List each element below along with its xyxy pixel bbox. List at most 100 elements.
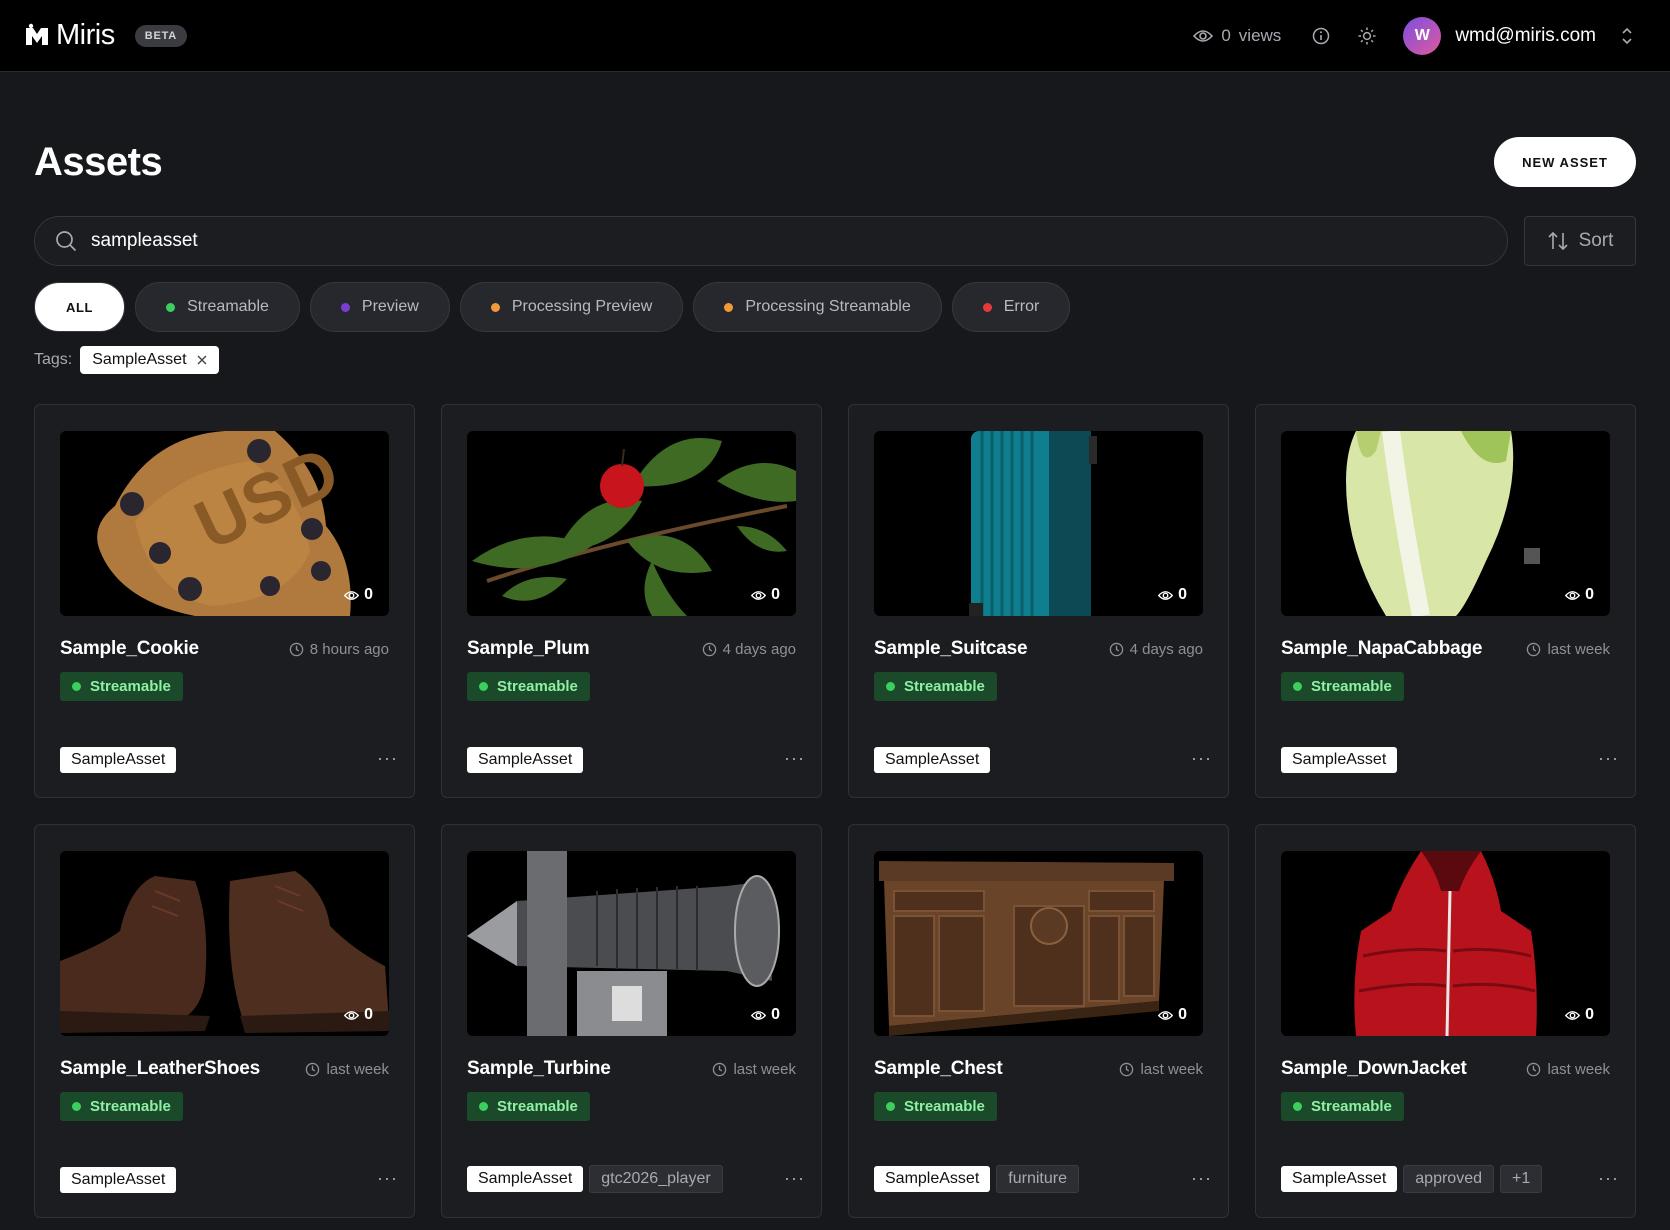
more-options-button[interactable]: ···	[784, 1168, 805, 1189]
sun-icon	[1358, 27, 1376, 44]
more-options-button[interactable]: ···	[1598, 748, 1619, 769]
asset-thumbnail[interactable]: 0	[1281, 851, 1610, 1036]
more-options-button[interactable]: ···	[784, 748, 805, 769]
asset-tag[interactable]: SampleAsset	[1281, 747, 1398, 773]
asset-name[interactable]: Sample_NapaCabbage	[1281, 638, 1482, 660]
status-label: Streamable	[1311, 1098, 1392, 1115]
sort-button[interactable]: Sort	[1524, 216, 1636, 266]
asset-name[interactable]: Sample_Plum	[467, 638, 590, 660]
search-row: Sort	[0, 216, 1670, 266]
more-options-button[interactable]: ···	[1191, 748, 1212, 769]
asset-card[interactable]: 0 Sample_Chest last week Streamable Samp…	[848, 824, 1229, 1218]
asset-name[interactable]: Sample_Suitcase	[874, 638, 1028, 660]
more-tags-badge[interactable]: +1	[1499, 1165, 1543, 1193]
more-options-button[interactable]: ···	[1598, 1168, 1619, 1189]
filter-streamable[interactable]: Streamable	[135, 282, 300, 332]
chest-preview-image	[879, 861, 1174, 1036]
asset-name[interactable]: Sample_DownJacket	[1281, 1058, 1467, 1080]
status-dot	[886, 682, 895, 691]
asset-card[interactable]: 0 Sample_LeatherShoes last week Streamab…	[34, 824, 415, 1218]
views-count: 0	[1585, 586, 1594, 603]
asset-tag[interactable]: SampleAsset	[60, 1167, 177, 1193]
info-button[interactable]	[1311, 26, 1331, 46]
time-label: 4 days ago	[1129, 640, 1203, 658]
status-label: Streamable	[1311, 678, 1392, 695]
status-badge: Streamable	[467, 672, 590, 701]
asset-name[interactable]: Sample_Chest	[874, 1058, 1003, 1080]
filter-label: Processing Streamable	[745, 298, 911, 315]
asset-time: 4 days ago	[1109, 641, 1203, 658]
asset-card[interactable]: USD 0 Sample_Cookie 8 hours ago Streamab…	[34, 404, 415, 798]
asset-name[interactable]: Sample_Cookie	[60, 638, 199, 660]
status-badge: Streamable	[874, 672, 997, 701]
asset-thumbnail[interactable]: 0	[60, 851, 389, 1036]
asset-tag[interactable]: SampleAsset	[467, 1166, 584, 1192]
asset-tag[interactable]: SampleAsset	[60, 747, 177, 773]
status-dot	[490, 302, 500, 312]
status-dot	[1293, 1102, 1302, 1111]
asset-tag[interactable]: gtc2026_player	[589, 1165, 723, 1193]
asset-time: 4 days ago	[702, 641, 796, 658]
views-count: 0	[1221, 25, 1231, 45]
logo[interactable]: Miris BETA	[24, 19, 188, 52]
asset-thumbnail[interactable]: 0	[1281, 431, 1610, 616]
views-count: 0	[364, 1006, 373, 1023]
status-badge: Streamable	[60, 672, 183, 701]
status-dot	[340, 302, 350, 312]
asset-name[interactable]: Sample_Turbine	[467, 1058, 611, 1080]
asset-name[interactable]: Sample_LeatherShoes	[60, 1058, 260, 1080]
eye-icon	[344, 590, 360, 600]
asset-tag[interactable]: SampleAsset	[874, 747, 991, 773]
views-count: 0	[1585, 1006, 1594, 1023]
time-label: 8 hours ago	[309, 640, 389, 658]
more-options-button[interactable]: ···	[377, 1168, 398, 1189]
asset-card[interactable]: 0 Sample_Turbine last week Streamable Sa…	[441, 824, 822, 1218]
status-dot	[72, 682, 81, 691]
asset-tag[interactable]: approved	[1403, 1165, 1494, 1193]
thumbnail-views: 0	[1158, 586, 1187, 604]
user-email[interactable]: wmd@miris.com	[1455, 25, 1596, 47]
filter-all[interactable]: ALL	[34, 282, 126, 332]
active-tag-filter[interactable]: SampleAsset	[80, 346, 219, 374]
search-input[interactable]	[91, 230, 1398, 252]
theme-toggle-button[interactable]	[1357, 26, 1377, 46]
more-options-button[interactable]: ···	[1191, 1168, 1212, 1189]
status-dot	[1293, 682, 1302, 691]
more-options-button[interactable]: ···	[377, 748, 398, 769]
napa-cabbage-preview-image	[1346, 431, 1540, 616]
status-badge: Streamable	[1281, 672, 1404, 701]
asset-thumbnail[interactable]: 0	[467, 851, 796, 1036]
asset-thumbnail[interactable]: USD 0	[60, 431, 389, 616]
avatar[interactable]: W	[1403, 16, 1442, 55]
views-count: 0	[771, 586, 780, 603]
thumbnail-views: 0	[344, 1006, 373, 1024]
status-badge: Streamable	[467, 1092, 590, 1121]
asset-tag[interactable]: SampleAsset	[1281, 1166, 1398, 1192]
close-icon[interactable]	[197, 355, 207, 365]
views-count: 0	[1178, 1006, 1187, 1023]
filter-label: ALL	[66, 299, 94, 315]
asset-thumbnail[interactable]: 0	[874, 431, 1203, 616]
asset-card[interactable]: 0 Sample_DownJacket last week Streamable…	[1255, 824, 1636, 1218]
asset-tag[interactable]: furniture	[996, 1165, 1079, 1193]
asset-card[interactable]: 0 Sample_NapaCabbage last week Streamabl…	[1255, 404, 1636, 798]
chevron-up-down-icon[interactable]	[1620, 26, 1634, 46]
asset-card[interactable]: 0 Sample_Plum 4 days ago Streamable Samp…	[441, 404, 822, 798]
new-asset-button[interactable]: NEW ASSET	[1494, 137, 1636, 187]
views-label: views	[1238, 25, 1282, 45]
time-label: last week	[1547, 640, 1610, 658]
filter-processing-preview[interactable]: Processing Preview	[459, 282, 684, 332]
filter-error[interactable]: Error	[951, 282, 1071, 332]
top-bar: Miris BETA 0 views W wmd@miris.com	[0, 0, 1670, 72]
asset-thumbnail[interactable]: 0	[874, 851, 1203, 1036]
miris-logo-icon	[26, 23, 48, 45]
asset-thumbnail[interactable]: 0	[467, 431, 796, 616]
asset-card[interactable]: 0 Sample_Suitcase 4 days ago Streamable …	[848, 404, 1229, 798]
eye-icon	[1193, 29, 1214, 42]
down-jacket-preview-image	[1354, 851, 1537, 1036]
filter-preview[interactable]: Preview	[309, 282, 450, 332]
filter-processing-streamable[interactable]: Processing Streamable	[693, 282, 942, 332]
asset-tag[interactable]: SampleAsset	[467, 747, 584, 773]
thumbnail-views: 0	[1565, 586, 1594, 604]
asset-tag[interactable]: SampleAsset	[874, 1166, 991, 1192]
